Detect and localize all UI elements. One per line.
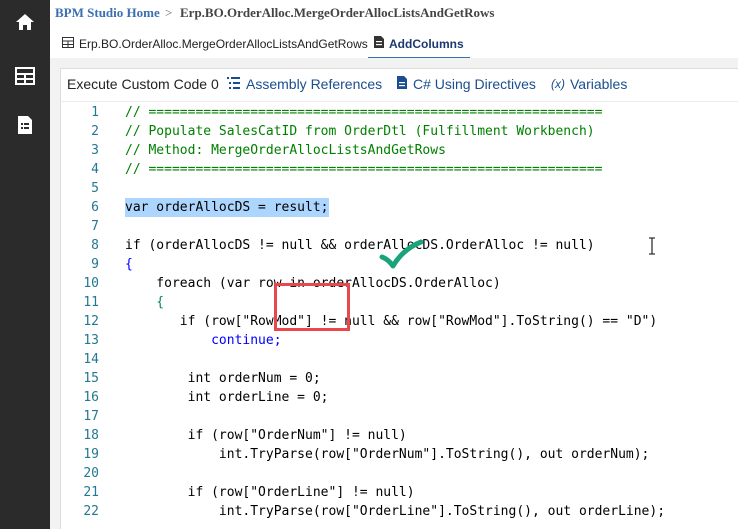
- code-text: int.TryParse(row["OrderNum"].ToString(),…: [125, 447, 650, 462]
- highlight-box: [274, 283, 350, 331]
- checkmark-icon: [379, 239, 424, 273]
- line-number: 16: [83, 390, 99, 405]
- editor-area: Execute Custom Code 0 Assembly Reference…: [50, 58, 738, 529]
- code-line: 12 if (row["RowMod"] != null && row["Row…: [61, 312, 738, 331]
- line-number: 22: [83, 504, 99, 519]
- code-line: 17: [61, 407, 738, 426]
- code-line: 7: [61, 217, 738, 236]
- panel-title: Execute Custom Code 0: [67, 76, 219, 92]
- breadcrumb-home-link[interactable]: BPM Studio Home: [55, 5, 160, 21]
- code-line: 15 int orderNum = 0;: [61, 369, 738, 388]
- code-panel: Execute Custom Code 0 Assembly Reference…: [60, 68, 738, 529]
- line-number: 20: [83, 466, 99, 481]
- line-number: 10: [83, 276, 99, 291]
- code-text: int orderNum = 0;: [125, 371, 321, 386]
- code-text: {: [125, 295, 165, 310]
- code-line: 4 // ====================================…: [61, 160, 738, 179]
- variables-label: Variables: [570, 76, 628, 92]
- code-text: // =====================================…: [125, 105, 603, 120]
- code-line: 19 int.TryParse(row["OrderNum"].ToString…: [61, 445, 738, 464]
- line-number: 21: [83, 485, 99, 500]
- code-file-icon: [397, 76, 407, 92]
- code-line: 22 int.TryParse(row["OrderLine"].ToStrin…: [61, 502, 738, 521]
- line-number: 6: [91, 200, 99, 215]
- line-number: 4: [91, 162, 99, 177]
- code-line: 1 // ====================================…: [61, 103, 738, 122]
- code-line: 10 foreach (var row in orderAllocDS.Orde…: [61, 274, 738, 293]
- home-icon[interactable]: [13, 10, 37, 34]
- breadcrumb: BPM Studio Home > Erp.BO.OrderAlloc.Merg…: [50, 0, 738, 30]
- code-text: var orderAllocDS = result;: [125, 198, 329, 217]
- variable-icon: (x): [551, 77, 565, 91]
- code-text: int.TryParse(row["OrderLine"].ToString()…: [125, 504, 666, 519]
- line-number: 15: [83, 371, 99, 386]
- tab-addcolumns-label: AddColumns: [389, 36, 464, 51]
- line-number: 2: [91, 124, 99, 139]
- breadcrumb-separator: >: [165, 5, 173, 20]
- table-icon: [62, 36, 74, 51]
- list-indent-icon: [227, 76, 240, 92]
- document-tabs: Erp.BO.OrderAlloc.MergeOrderAllocListsAn…: [50, 30, 738, 59]
- line-number: 7: [91, 219, 99, 234]
- code-toolbar: Execute Custom Code 0 Assembly Reference…: [61, 69, 738, 102]
- code-line: 18 if (row["OrderNum"] != null): [61, 426, 738, 445]
- code-line: 3 // Method: MergeOrderAllocListsAndGetRo…: [61, 141, 738, 160]
- code-text: // Populate SalesCatID from OrderDtl (Fu…: [125, 124, 595, 139]
- using-directives-label: C# Using Directives: [413, 76, 536, 92]
- line-number: 3: [91, 143, 99, 158]
- code-line-selected: 6 var orderAllocDS = result;: [61, 198, 738, 217]
- code-text: {: [125, 257, 133, 272]
- code-line: 5: [61, 179, 738, 198]
- code-line: 21 if (row["OrderLine"] != null): [61, 483, 738, 502]
- code-file-icon: [374, 36, 384, 51]
- line-number: 1: [91, 105, 99, 120]
- code-text: // =====================================…: [125, 162, 603, 177]
- variables-button[interactable]: (x) Variables: [551, 76, 627, 92]
- code-line: 2 // Populate SalesCatID from OrderDtl (F…: [61, 122, 738, 141]
- tab-addcolumns[interactable]: AddColumns: [368, 30, 470, 59]
- line-number: 14: [83, 352, 99, 367]
- code-text: int orderLine = 0;: [125, 390, 329, 405]
- code-text: continue;: [125, 333, 282, 348]
- code-line: 16 int orderLine = 0;: [61, 388, 738, 407]
- breadcrumb-current: Erp.BO.OrderAlloc.MergeOrderAllocListsAn…: [180, 5, 495, 20]
- code-text: if (row["RowMod"] != null && row["RowMod…: [125, 314, 658, 329]
- line-number: 9: [91, 257, 99, 272]
- line-number: 17: [83, 409, 99, 424]
- line-number: 12: [83, 314, 99, 329]
- left-nav-rail: [0, 0, 50, 529]
- tab-method[interactable]: Erp.BO.OrderAlloc.MergeOrderAllocListsAn…: [62, 30, 368, 57]
- text-cursor-icon: [648, 237, 656, 259]
- code-text: if (row["OrderNum"] != null): [125, 428, 407, 443]
- code-line: 20: [61, 464, 738, 483]
- grid-icon[interactable]: [13, 64, 37, 88]
- assembly-references-button[interactable]: Assembly References: [227, 76, 382, 92]
- code-editor[interactable]: 1 // ====================================…: [61, 103, 738, 529]
- line-number: 19: [83, 447, 99, 462]
- code-text: // Method: MergeOrderAllocListsAndGetRow…: [125, 143, 446, 158]
- code-text: if (orderAllocDS != null && orderAllocDS…: [125, 238, 595, 253]
- code-line: 14: [61, 350, 738, 369]
- line-number: 11: [83, 295, 99, 310]
- line-number: 18: [83, 428, 99, 443]
- code-text: if (row["OrderLine"] != null): [125, 485, 415, 500]
- line-number: 8: [91, 238, 99, 253]
- line-number: 5: [91, 181, 99, 196]
- tab-method-label: Erp.BO.OrderAlloc.MergeOrderAllocListsAn…: [79, 36, 368, 51]
- code-line: 13 continue;: [61, 331, 738, 350]
- code-line: 11 {: [61, 293, 738, 312]
- assembly-references-label: Assembly References: [246, 76, 383, 92]
- document-icon[interactable]: [13, 113, 37, 137]
- line-number: 13: [83, 333, 99, 348]
- using-directives-button[interactable]: C# Using Directives: [397, 76, 536, 92]
